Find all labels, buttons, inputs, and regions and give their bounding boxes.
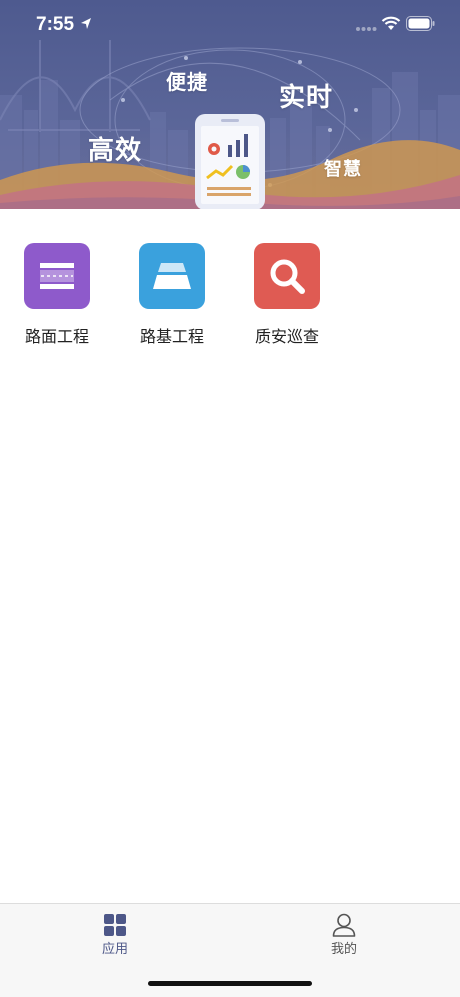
user-profile-icon[interactable] <box>331 912 357 938</box>
battery-icon <box>406 16 435 31</box>
phone-dashboard-illustration <box>195 114 265 209</box>
wifi-icon <box>381 16 401 30</box>
banner-word-convenient: 便捷 <box>166 70 208 94</box>
app-label-road-surface: 路面工程 <box>24 327 89 346</box>
search-magnifier-icon[interactable] <box>254 243 320 309</box>
tab-label-mine: 我的 <box>330 942 357 957</box>
app-label-roadbed: 路基工程 <box>139 327 204 346</box>
location-arrow-icon <box>81 18 91 29</box>
roadbed-icon[interactable] <box>139 243 205 309</box>
tab-mine[interactable]: 我的 <box>294 912 394 958</box>
status-time: 7:55 <box>36 14 75 35</box>
app-road-surface[interactable]: 路面工程 <box>7 243 107 347</box>
app-quality-safety-inspection[interactable]: 质安巡查 <box>237 243 337 347</box>
app-label-quality-safety-inspection: 质安巡查 <box>254 327 319 346</box>
cellular-signal-icon <box>356 27 377 31</box>
status-bar: 7:55 <box>0 0 460 50</box>
banner-word-efficient: 高效 <box>88 136 143 166</box>
home-indicator <box>148 981 312 986</box>
banner-word-smart: 智慧 <box>324 159 362 180</box>
tab-apps[interactable]: 应用 <box>65 912 165 958</box>
grid-apps-icon[interactable] <box>102 912 128 938</box>
road-surface-icon[interactable] <box>24 243 90 309</box>
app-roadbed[interactable]: 路基工程 <box>122 243 222 347</box>
banner-word-realtime: 实时 <box>279 83 334 113</box>
tab-label-apps: 应用 <box>101 942 128 957</box>
